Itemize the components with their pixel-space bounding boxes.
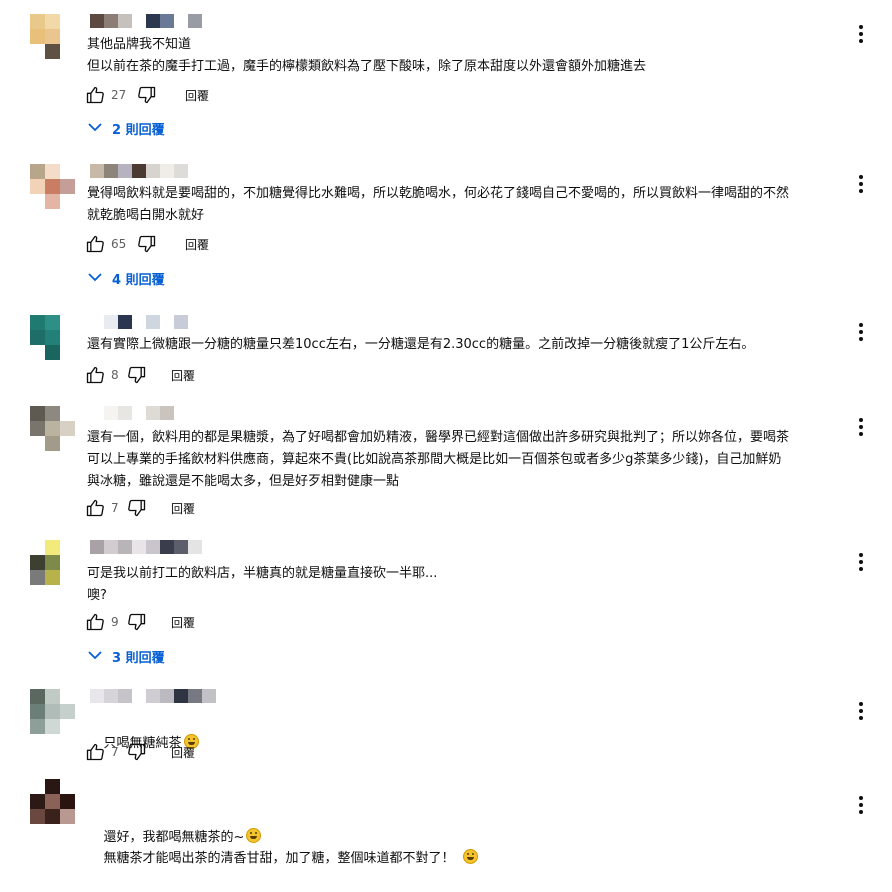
like-icon[interactable] [85, 365, 105, 385]
reply-button[interactable]: 回覆 [171, 367, 195, 384]
grinning-face-emoji [462, 849, 478, 864]
view-replies-button[interactable]: 2 則回覆 [88, 118, 165, 138]
like-count: 9 [111, 615, 119, 629]
like-icon[interactable] [85, 612, 105, 632]
like-icon[interactable] [85, 498, 105, 518]
like-icon[interactable] [85, 742, 105, 762]
comment-text: 只喝無糖純茶 [87, 711, 842, 777]
more-actions-icon[interactable] [853, 24, 869, 44]
chevron-down-icon [88, 121, 112, 136]
like-count: 27 [111, 88, 127, 102]
author-name[interactable] [90, 315, 188, 329]
like-count: 65 [111, 237, 127, 251]
replies-count: 3 則回覆 [112, 650, 165, 666]
reply-button[interactable]: 回覆 [185, 87, 209, 104]
more-actions-icon[interactable] [853, 174, 869, 194]
view-replies-button[interactable]: 4 則回覆 [88, 268, 165, 288]
author-name[interactable] [90, 689, 216, 703]
avatar[interactable] [30, 164, 75, 209]
avatar[interactable] [30, 14, 75, 59]
replies-count: 4 則回覆 [112, 272, 165, 288]
reply-button[interactable]: 回覆 [185, 236, 209, 253]
dislike-icon[interactable] [137, 85, 157, 105]
author-name[interactable] [90, 164, 188, 178]
like-count: 7 [111, 745, 119, 759]
avatar[interactable] [30, 779, 75, 824]
more-actions-icon[interactable] [853, 322, 869, 342]
comment-actions: 9 回覆 [85, 612, 195, 632]
replies-count: 2 則回覆 [112, 122, 165, 138]
like-icon[interactable] [85, 85, 105, 105]
dislike-icon[interactable] [127, 365, 147, 385]
like-count: 8 [111, 368, 119, 382]
comment-text: 還有一個，飲料用的都是果糖漿，為了好喝都會加奶精液，醫學界已經對這個做出許多研究… [87, 430, 790, 489]
more-actions-icon[interactable] [853, 552, 869, 572]
dislike-icon[interactable] [127, 742, 147, 762]
comment-actions: 65 回覆 [85, 234, 209, 254]
comment-text: 還有實際上微糖跟一分糖的糖量只差10cc左右，一分糖還是有2.30cc的糖量。之… [87, 337, 755, 352]
like-icon[interactable] [85, 234, 105, 254]
reply-button[interactable]: 回覆 [171, 744, 195, 761]
avatar[interactable] [30, 406, 75, 451]
chevron-down-icon [88, 271, 112, 286]
comment-actions: 8 回覆 [85, 365, 195, 385]
dislike-icon[interactable] [137, 234, 157, 254]
comment-text: 覺得喝飲料就是要喝甜的，不加糖覺得比水難喝，所以乾脆喝水，何必花了錢喝自己不愛喝… [87, 186, 790, 223]
comment-text-line-2: 無糖茶才能喝出茶的清香甘甜，加了糖，整個味道都不對了！ [87, 826, 842, 892]
reply-button[interactable]: 回覆 [171, 500, 195, 517]
comment-actions: 27 回覆 [85, 85, 209, 105]
comment-text: 可是我以前打工的飲料店，半糖真的就是糖量直接砍一半耶... 噢? [87, 566, 438, 603]
author-name[interactable] [90, 14, 202, 28]
comment-text: 其他品牌我不知道 但以前在茶的魔手打工過，魔手的檸檬類飲料為了壓下酸味，除了原本… [87, 37, 647, 74]
like-count: 7 [111, 501, 119, 515]
more-actions-icon[interactable] [853, 417, 869, 437]
avatar[interactable] [30, 315, 75, 360]
view-replies-button[interactable]: 3 則回覆 [88, 646, 165, 666]
chevron-down-icon [88, 649, 112, 664]
comment-actions: 7 回覆 [85, 742, 195, 762]
comment-actions: 7 回覆 [85, 498, 195, 518]
more-actions-icon[interactable] [853, 795, 869, 815]
avatar[interactable] [30, 540, 75, 585]
reply-button[interactable]: 回覆 [171, 614, 195, 631]
more-actions-icon[interactable] [853, 701, 869, 721]
dislike-icon[interactable] [127, 498, 147, 518]
author-name[interactable] [90, 540, 202, 554]
avatar[interactable] [30, 689, 75, 734]
dislike-icon[interactable] [127, 612, 147, 632]
author-name[interactable] [90, 406, 188, 420]
